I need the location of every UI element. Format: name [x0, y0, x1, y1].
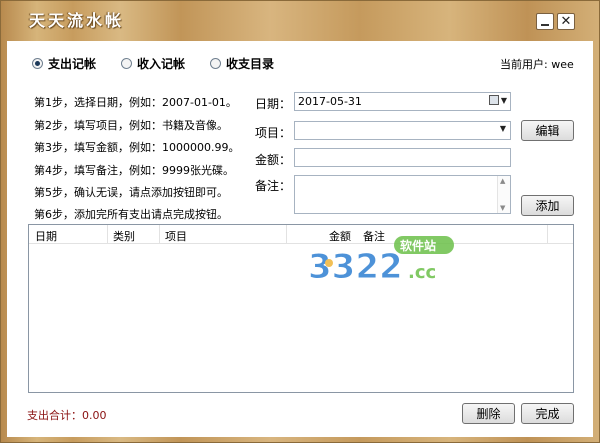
- calendar-button[interactable]: ▼: [488, 95, 507, 105]
- close-button[interactable]: ✕: [557, 13, 575, 30]
- column-divider[interactable]: [286, 225, 287, 243]
- expense-total: 支出合计：0.00: [27, 409, 107, 422]
- column-header-date[interactable]: 日期: [35, 228, 57, 244]
- radio-income-label: 收入记帐: [137, 56, 186, 71]
- note-scrollbar[interactable]: ▲ ▼: [497, 176, 510, 213]
- edit-button[interactable]: 编辑: [521, 120, 574, 141]
- scroll-down-icon: ▼: [500, 204, 506, 212]
- column-header-category[interactable]: 类别: [113, 228, 135, 244]
- step-6: 第6步，添加完所有支出请点完成按钮。: [34, 208, 228, 221]
- watermark-logo: 3322 .cc 软件站: [308, 236, 454, 286]
- title-bar[interactable]: 天天流水帐 ✕: [1, 1, 599, 35]
- step-4: 第4步，填写备注，例如：9999张光碟。: [34, 164, 234, 177]
- delete-button[interactable]: 删除: [462, 403, 515, 424]
- radio-directory[interactable]: 收支目录: [210, 55, 274, 71]
- current-user: 当前用户: wee: [500, 58, 574, 71]
- step-3: 第3步，填写金额，例如：1000000.99。: [34, 141, 240, 154]
- scroll-up-icon: ▲: [500, 177, 506, 185]
- records-list[interactable]: 日期 类别 项目 金额 备注: [28, 224, 574, 393]
- list-header: 日期 类别 项目 金额 备注: [29, 225, 573, 244]
- column-divider[interactable]: [107, 225, 108, 243]
- minimize-icon: [541, 23, 549, 26]
- calendar-icon: [488, 95, 499, 105]
- note-textarea[interactable]: ▲ ▼: [294, 175, 511, 214]
- step-2: 第2步，填写项目，例如：书籍及音像。: [34, 119, 228, 132]
- date-value: 2017-05-31: [298, 95, 362, 108]
- window-title: 天天流水帐: [29, 11, 125, 30]
- column-divider[interactable]: [159, 225, 160, 243]
- chevron-down-icon: ▼: [500, 95, 507, 105]
- watermark-badge-text: 软件站: [400, 238, 436, 253]
- column-header-item[interactable]: 项目: [165, 228, 187, 244]
- minimize-button[interactable]: [536, 13, 554, 30]
- done-button[interactable]: 完成: [521, 403, 574, 424]
- step-5: 第5步，确认无误，请点添加按钮即可。: [34, 186, 228, 199]
- radio-expense[interactable]: 支出记帐: [32, 55, 96, 71]
- radio-expense-circle: [32, 57, 43, 69]
- item-select[interactable]: ▼: [294, 121, 511, 140]
- radio-directory-label: 收支目录: [226, 56, 275, 71]
- watermark-suffix: .cc: [408, 262, 436, 283]
- watermark-dot: [325, 259, 333, 267]
- step-1: 第1步，选择日期，例如：2007-01-01。: [34, 96, 237, 109]
- amount-input[interactable]: [294, 148, 511, 167]
- radio-directory-circle: [210, 57, 221, 69]
- main-panel: 支出记帐 收入记帐 收支目录 当前用户: wee 第1步，选择日期，例如：200…: [7, 41, 593, 437]
- add-button[interactable]: 添加: [521, 195, 574, 216]
- item-label: 项目：: [255, 126, 292, 140]
- close-icon: ✕: [560, 14, 572, 29]
- amount-label: 金额：: [255, 153, 292, 167]
- app-window: 天天流水帐 ✕ 支出记帐 收入记帐 收支目录 当前用户: wee 第1步，选择日…: [0, 0, 600, 443]
- note-label: 备注：: [255, 179, 292, 193]
- date-label: 日期：: [255, 97, 292, 111]
- radio-income-circle: [121, 57, 132, 69]
- date-picker[interactable]: 2017-05-31 ▼: [294, 92, 511, 111]
- column-divider[interactable]: [547, 225, 548, 243]
- radio-expense-label: 支出记帐: [48, 56, 97, 71]
- watermark-number: 3322: [308, 247, 403, 286]
- dropdown-arrow-icon: ▼: [499, 124, 506, 133]
- radio-income[interactable]: 收入记帐: [121, 55, 185, 71]
